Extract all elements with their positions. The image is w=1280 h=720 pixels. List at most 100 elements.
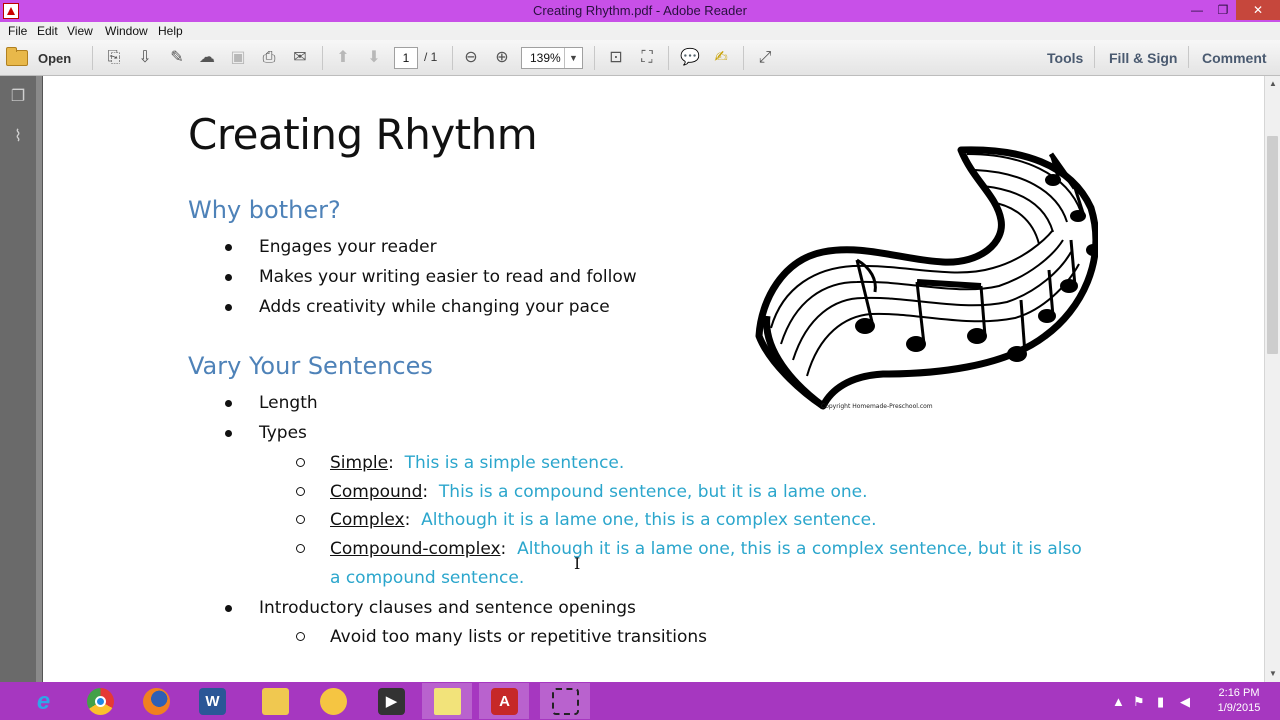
full-screen-icon[interactable]: ⛶ — [636, 47, 658, 69]
zoom-value: 139% — [530, 51, 561, 65]
list-item: Types — [225, 423, 307, 443]
menu-edit[interactable]: Edit — [37, 24, 58, 38]
create-pdf-icon[interactable]: ⎘ — [103, 47, 125, 69]
list-item: Length — [225, 393, 318, 413]
print-icon[interactable]: ⎙ — [258, 47, 280, 69]
close-button[interactable]: ✕ — [1236, 0, 1280, 20]
word-icon: W — [199, 688, 226, 715]
image-credit: Copyright Homemade-Preschool.com — [821, 403, 933, 410]
file-explorer-icon — [262, 688, 289, 715]
zoom-select[interactable]: 139% ▼ — [521, 47, 583, 69]
save-icon[interactable]: ▣ — [227, 47, 249, 69]
list-item-continuation: a compound sentence. — [330, 568, 525, 588]
attachments-icon[interactable]: ⌇ — [9, 126, 27, 146]
expand-icon[interactable]: ⤢ — [754, 47, 776, 69]
list-item: Makes your writing easier to read and fo… — [225, 267, 637, 287]
list-item: Simple: This is a simple sentence. — [296, 453, 624, 473]
open-label: Open — [38, 50, 72, 66]
previous-page-icon[interactable]: ⬆ — [332, 47, 354, 69]
internet-explorer-icon: e — [36, 688, 51, 715]
zoom-out-icon[interactable]: ⊖ — [460, 47, 482, 69]
show-hidden-icons-icon[interactable]: ▲ — [1112, 694, 1125, 709]
toolbar: Open ⎘ ⇩ ✎ ☁ ▣ ⎙ ✉ ⬆ ⬇ ⊖ ⊕ ⊡ ⛶ 💬 ✍ ⤢ — [0, 40, 1280, 76]
list-item: Complex: Although it is a lame one, this… — [296, 510, 877, 530]
menu-help[interactable]: Help — [158, 24, 183, 38]
toolbar-separator — [322, 46, 323, 70]
fill-sign-button[interactable]: Fill & Sign — [1109, 50, 1177, 66]
toolbar-separator — [92, 46, 93, 70]
sticky-note-icon[interactable]: 💬 — [679, 47, 701, 69]
volume-icon[interactable]: ◀ — [1180, 694, 1190, 710]
list-item: Engages your reader — [225, 237, 437, 257]
page-number-input[interactable]: 1 — [394, 47, 418, 69]
taskbar-snipping-tool[interactable] — [540, 683, 590, 719]
list-item: Introductory clauses and sentence openin… — [225, 598, 636, 618]
menu-window[interactable]: Window — [105, 24, 148, 38]
toolbar-separator — [594, 46, 595, 70]
toolbar-separator — [743, 46, 744, 70]
list-item: Avoid too many lists or repetitive trans… — [296, 627, 707, 647]
adobe-reader-icon: A — [491, 688, 518, 715]
menu-file[interactable]: File — [8, 24, 27, 38]
taskbar-file-explorer[interactable] — [250, 683, 300, 719]
clock-time: 2:16 PM — [1218, 687, 1260, 699]
document-view[interactable]: Creating Rhythm Why bother? Engages your… — [42, 76, 1264, 682]
taskbar-app-dark[interactable]: ▶ — [366, 683, 416, 719]
taskbar: e W ▶ A — [0, 682, 1280, 720]
highlight-icon[interactable]: ✍ — [710, 47, 732, 69]
taskbar-internet-explorer[interactable]: e — [18, 683, 68, 719]
cloud-upload-icon[interactable]: ☁ — [196, 47, 218, 69]
snipping-tool-icon — [552, 688, 579, 715]
fit-page-icon[interactable]: ⊡ — [605, 47, 627, 69]
heading-vary-sentences: Vary Your Sentences — [188, 352, 433, 380]
taskbar-adobe-reader[interactable]: A — [479, 683, 529, 719]
heading-why-bother: Why bother? — [188, 196, 341, 224]
chevron-down-icon[interactable]: ▼ — [564, 48, 582, 68]
network-icon[interactable]: ▮ — [1157, 694, 1164, 710]
email-icon[interactable]: ✉ — [289, 47, 311, 69]
open-button[interactable]: Open — [6, 46, 71, 70]
tools-button[interactable]: Tools — [1047, 50, 1083, 66]
page-total: / 1 — [424, 50, 438, 64]
smiley-app-icon — [320, 688, 347, 715]
music-staff-image — [755, 146, 1098, 410]
pdf-page: Creating Rhythm Why bother? Engages your… — [43, 76, 1264, 682]
taskbar-app-orange[interactable] — [308, 683, 358, 719]
toolbar-separator — [668, 46, 669, 70]
taskbar-word[interactable]: W — [187, 683, 237, 719]
next-page-icon[interactable]: ⬇ — [363, 47, 385, 69]
folder-icon — [6, 47, 28, 66]
clock[interactable]: 2:16 PM 1/9/2015 — [1208, 686, 1270, 716]
maximize-button[interactable]: ❐ — [1210, 0, 1236, 20]
action-center-icon[interactable]: ⚑ — [1133, 694, 1145, 710]
edit-pdf-icon[interactable]: ✎ — [166, 47, 188, 69]
list-item: Adds creativity while changing your pace — [225, 297, 610, 317]
page-thumbnails-icon[interactable]: ❐ — [9, 86, 27, 106]
list-item: Compound: This is a compound sentence, b… — [296, 482, 868, 502]
menu-bar: File Edit View Window Help — [0, 22, 1280, 40]
zoom-in-icon[interactable]: ⊕ — [491, 47, 513, 69]
comment-button[interactable]: Comment — [1202, 50, 1267, 66]
scroll-down-icon[interactable]: ▼ — [1265, 666, 1280, 682]
toolbar-separator — [1188, 46, 1189, 68]
document-title: Creating Rhythm — [188, 110, 538, 159]
chrome-icon — [87, 688, 114, 715]
scroll-up-icon[interactable]: ▲ — [1265, 76, 1280, 92]
minimize-button[interactable]: — — [1184, 0, 1210, 20]
screen: Creating Rhythm.pdf - Adobe Reader — ❐ ✕… — [0, 0, 1280, 720]
text-cursor-icon: I — [574, 554, 581, 573]
scroll-thumb[interactable] — [1267, 136, 1278, 354]
taskbar-firefox[interactable] — [131, 683, 181, 719]
toolbar-separator — [452, 46, 453, 70]
list-item: Compound-complex: Although it is a lame … — [296, 539, 1082, 559]
window-title: Creating Rhythm.pdf - Adobe Reader — [533, 3, 747, 18]
sticky-notes-icon — [434, 688, 461, 715]
navigation-pane: ❐ ⌇ — [0, 76, 36, 682]
taskbar-chrome[interactable] — [75, 683, 125, 719]
export-pdf-icon[interactable]: ⇩ — [134, 47, 156, 69]
firefox-icon — [143, 688, 170, 715]
taskbar-sticky-notes[interactable] — [422, 683, 472, 719]
vertical-scrollbar[interactable]: ▲ ▼ — [1264, 76, 1280, 682]
menu-view[interactable]: View — [67, 24, 93, 38]
clapboard-app-icon: ▶ — [378, 688, 405, 715]
